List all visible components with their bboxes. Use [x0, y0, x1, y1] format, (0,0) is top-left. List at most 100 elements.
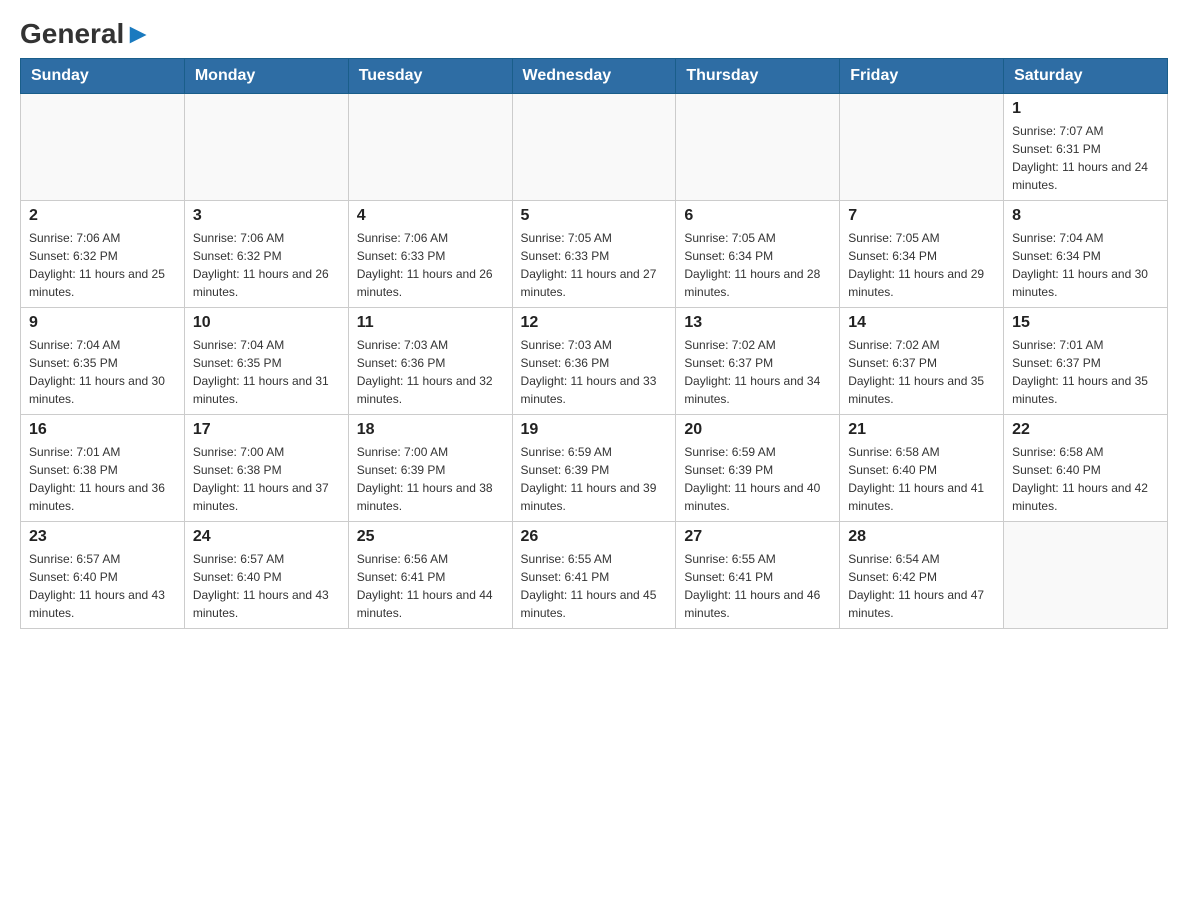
day-number: 16 — [29, 421, 176, 439]
day-info: Sunrise: 6:56 AMSunset: 6:41 PMDaylight:… — [357, 550, 504, 622]
day-number: 20 — [684, 421, 831, 439]
calendar-cell: 1 Sunrise: 7:07 AMSunset: 6:31 PMDaylight… — [1004, 94, 1168, 201]
calendar-cell: 19 Sunrise: 6:59 AMSunset: 6:39 PMDayligh… — [512, 415, 676, 522]
day-info: Sunrise: 7:04 AMSunset: 6:35 PMDaylight:… — [29, 336, 176, 408]
calendar-cell: 2 Sunrise: 7:06 AMSunset: 6:32 PMDaylight… — [21, 201, 185, 308]
calendar-cell — [184, 94, 348, 201]
calendar-cell — [348, 94, 512, 201]
week-row-5: 23 Sunrise: 6:57 AMSunset: 6:40 PMDayligh… — [21, 522, 1168, 629]
day-info: Sunrise: 7:03 AMSunset: 6:36 PMDaylight:… — [521, 336, 668, 408]
week-row-2: 2 Sunrise: 7:06 AMSunset: 6:32 PMDaylight… — [21, 201, 1168, 308]
day-info: Sunrise: 7:01 AMSunset: 6:38 PMDaylight:… — [29, 443, 176, 515]
calendar-cell: 8 Sunrise: 7:04 AMSunset: 6:34 PMDaylight… — [1004, 201, 1168, 308]
day-number: 25 — [357, 528, 504, 546]
day-number: 2 — [29, 207, 176, 225]
day-info: Sunrise: 7:04 AMSunset: 6:35 PMDaylight:… — [193, 336, 340, 408]
calendar-cell: 27 Sunrise: 6:55 AMSunset: 6:41 PMDayligh… — [676, 522, 840, 629]
day-number: 22 — [1012, 421, 1159, 439]
weekday-header-saturday: Saturday — [1004, 59, 1168, 94]
day-info: Sunrise: 7:07 AMSunset: 6:31 PMDaylight:… — [1012, 122, 1159, 194]
day-number: 1 — [1012, 100, 1159, 118]
calendar-cell: 18 Sunrise: 7:00 AMSunset: 6:39 PMDayligh… — [348, 415, 512, 522]
day-info: Sunrise: 7:06 AMSunset: 6:32 PMDaylight:… — [193, 229, 340, 301]
day-number: 8 — [1012, 207, 1159, 225]
calendar-cell: 24 Sunrise: 6:57 AMSunset: 6:40 PMDayligh… — [184, 522, 348, 629]
calendar-cell: 16 Sunrise: 7:01 AMSunset: 6:38 PMDayligh… — [21, 415, 185, 522]
calendar-cell: 20Sunrise: 6:59 AMSunset: 6:39 PMDayligh… — [676, 415, 840, 522]
day-info: Sunrise: 7:06 AMSunset: 6:33 PMDaylight:… — [357, 229, 504, 301]
day-number: 11 — [357, 314, 504, 332]
day-info: Sunrise: 7:04 AMSunset: 6:34 PMDaylight:… — [1012, 229, 1159, 301]
day-number: 4 — [357, 207, 504, 225]
calendar-cell: 23 Sunrise: 6:57 AMSunset: 6:40 PMDayligh… — [21, 522, 185, 629]
calendar-cell — [1004, 522, 1168, 629]
day-info: Sunrise: 7:03 AMSunset: 6:36 PMDaylight:… — [357, 336, 504, 408]
weekday-header-row: SundayMondayTuesdayWednesdayThursdayFrid… — [21, 59, 1168, 94]
day-number: 27 — [684, 528, 831, 546]
calendar-cell: 3Sunrise: 7:06 AMSunset: 6:32 PMDaylight… — [184, 201, 348, 308]
calendar-cell: 22 Sunrise: 6:58 AMSunset: 6:40 PMDayligh… — [1004, 415, 1168, 522]
week-row-1: 1 Sunrise: 7:07 AMSunset: 6:31 PMDaylight… — [21, 94, 1168, 201]
day-number: 14 — [848, 314, 995, 332]
calendar-cell: 7 Sunrise: 7:05 AMSunset: 6:34 PMDaylight… — [840, 201, 1004, 308]
day-number: 9 — [29, 314, 176, 332]
day-number: 28 — [848, 528, 995, 546]
calendar-cell: 9 Sunrise: 7:04 AMSunset: 6:35 PMDaylight… — [21, 308, 185, 415]
weekday-header-wednesday: Wednesday — [512, 59, 676, 94]
day-number: 5 — [521, 207, 668, 225]
day-number: 10 — [193, 314, 340, 332]
calendar-cell: 28 Sunrise: 6:54 AMSunset: 6:42 PMDayligh… — [840, 522, 1004, 629]
day-number: 7 — [848, 207, 995, 225]
day-info: Sunrise: 7:05 AMSunset: 6:33 PMDaylight:… — [521, 229, 668, 301]
day-info: Sunrise: 7:02 AMSunset: 6:37 PMDaylight:… — [684, 336, 831, 408]
day-number: 19 — [521, 421, 668, 439]
day-info: Sunrise: 6:58 AMSunset: 6:40 PMDaylight:… — [1012, 443, 1159, 515]
calendar-cell: 21Sunrise: 6:58 AMSunset: 6:40 PMDayligh… — [840, 415, 1004, 522]
day-info: Sunrise: 6:57 AMSunset: 6:40 PMDaylight:… — [193, 550, 340, 622]
day-info: Sunrise: 7:00 AMSunset: 6:39 PMDaylight:… — [357, 443, 504, 515]
calendar-body: 1 Sunrise: 7:07 AMSunset: 6:31 PMDaylight… — [21, 94, 1168, 629]
day-info: Sunrise: 6:55 AMSunset: 6:41 PMDaylight:… — [684, 550, 831, 622]
calendar-cell: 13 Sunrise: 7:02 AMSunset: 6:37 PMDayligh… — [676, 308, 840, 415]
day-number: 18 — [357, 421, 504, 439]
weekday-header-monday: Monday — [184, 59, 348, 94]
page-header: General► — [20, 20, 1168, 48]
day-info: Sunrise: 6:59 AMSunset: 6:39 PMDaylight:… — [521, 443, 668, 515]
day-info: Sunrise: 7:05 AMSunset: 6:34 PMDaylight:… — [848, 229, 995, 301]
day-info: Sunrise: 7:02 AMSunset: 6:37 PMDaylight:… — [848, 336, 995, 408]
day-info: Sunrise: 6:54 AMSunset: 6:42 PMDaylight:… — [848, 550, 995, 622]
day-number: 26 — [521, 528, 668, 546]
day-info: Sunrise: 7:06 AMSunset: 6:32 PMDaylight:… — [29, 229, 176, 301]
day-number: 17 — [193, 421, 340, 439]
calendar-cell: 25 Sunrise: 6:56 AMSunset: 6:41 PMDayligh… — [348, 522, 512, 629]
calendar-cell: 10 Sunrise: 7:04 AMSunset: 6:35 PMDayligh… — [184, 308, 348, 415]
day-number: 6 — [684, 207, 831, 225]
calendar-cell — [512, 94, 676, 201]
day-number: 24 — [193, 528, 340, 546]
calendar-cell: 11 Sunrise: 7:03 AMSunset: 6:36 PMDayligh… — [348, 308, 512, 415]
day-info: Sunrise: 6:55 AMSunset: 6:41 PMDaylight:… — [521, 550, 668, 622]
calendar-cell: 26 Sunrise: 6:55 AMSunset: 6:41 PMDayligh… — [512, 522, 676, 629]
calendar-cell — [676, 94, 840, 201]
day-number: 15 — [1012, 314, 1159, 332]
calendar-cell: 17 Sunrise: 7:00 AMSunset: 6:38 PMDayligh… — [184, 415, 348, 522]
day-number: 13 — [684, 314, 831, 332]
calendar-table: SundayMondayTuesdayWednesdayThursdayFrid… — [20, 58, 1168, 629]
calendar-header: SundayMondayTuesdayWednesdayThursdayFrid… — [21, 59, 1168, 94]
calendar-cell: 6Sunrise: 7:05 AMSunset: 6:34 PMDaylight… — [676, 201, 840, 308]
calendar-cell: 14 Sunrise: 7:02 AMSunset: 6:37 PMDayligh… — [840, 308, 1004, 415]
week-row-3: 9 Sunrise: 7:04 AMSunset: 6:35 PMDaylight… — [21, 308, 1168, 415]
logo-general-text: General► — [20, 20, 152, 48]
calendar-cell: 15Sunrise: 7:01 AMSunset: 6:37 PMDayligh… — [1004, 308, 1168, 415]
day-number: 12 — [521, 314, 668, 332]
day-number: 23 — [29, 528, 176, 546]
calendar-cell — [21, 94, 185, 201]
day-info: Sunrise: 6:57 AMSunset: 6:40 PMDaylight:… — [29, 550, 176, 622]
day-info: Sunrise: 7:00 AMSunset: 6:38 PMDaylight:… — [193, 443, 340, 515]
day-info: Sunrise: 6:58 AMSunset: 6:40 PMDaylight:… — [848, 443, 995, 515]
logo: General► — [20, 20, 152, 48]
calendar-cell: 5 Sunrise: 7:05 AMSunset: 6:33 PMDaylight… — [512, 201, 676, 308]
weekday-header-sunday: Sunday — [21, 59, 185, 94]
weekday-header-tuesday: Tuesday — [348, 59, 512, 94]
week-row-4: 16 Sunrise: 7:01 AMSunset: 6:38 PMDayligh… — [21, 415, 1168, 522]
